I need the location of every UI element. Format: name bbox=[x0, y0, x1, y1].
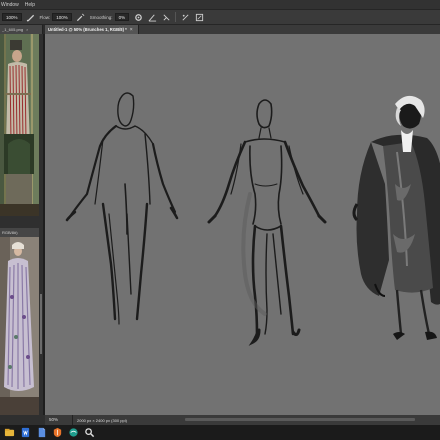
tab-reference-2-label: RGB/8#) bbox=[2, 230, 18, 235]
panel-gap bbox=[0, 216, 43, 228]
flow-value[interactable]: 100% bbox=[52, 13, 72, 21]
flow-field[interactable]: Flow: 100% bbox=[40, 13, 72, 21]
size-value[interactable]: 100% bbox=[2, 13, 22, 21]
sketch-figure-1 bbox=[65, 92, 179, 325]
sketch-figure-3 bbox=[352, 95, 440, 340]
tab-reference-2[interactable]: RGB/8#) bbox=[0, 228, 43, 237]
angle-icon[interactable] bbox=[147, 12, 157, 22]
reference-painting-2 bbox=[0, 237, 39, 415]
zoom-level[interactable]: 50% bbox=[45, 415, 73, 425]
menu-item-help[interactable]: Help bbox=[25, 2, 35, 8]
status-bar: 50% 2000 px × 2400 px (300 ppi) bbox=[45, 415, 440, 425]
smoothing-value[interactable]: 0% bbox=[114, 13, 130, 21]
menu-item-window[interactable]: Window bbox=[1, 2, 19, 8]
search-icon[interactable] bbox=[83, 427, 95, 439]
flow-label: Flow: bbox=[39, 14, 51, 20]
tab-main-document-label: Untitled-1 @ 50% (Brunches 1, RGB/8) * bbox=[48, 27, 127, 32]
size-field[interactable]: 100% bbox=[2, 13, 22, 21]
browser-icon[interactable] bbox=[67, 427, 79, 439]
tab-reference-1-label: _1_605.png bbox=[2, 27, 24, 32]
shield-icon[interactable] bbox=[51, 427, 63, 439]
explorer-icon[interactable] bbox=[3, 427, 15, 439]
sketch-figure-2 bbox=[207, 99, 327, 346]
reference-image-2 bbox=[0, 237, 39, 415]
options-bar: 100% Flow: 100% Smoothing: 0% bbox=[0, 9, 440, 25]
symmetry-icon[interactable] bbox=[180, 12, 190, 22]
reference-image-1 bbox=[0, 34, 39, 216]
gear-icon[interactable] bbox=[133, 12, 143, 22]
document-dimensions: 2000 px × 2400 px (300 ppi) bbox=[77, 417, 127, 423]
tab-bar-fill bbox=[139, 25, 440, 34]
smoothing-label: Smoothing: bbox=[89, 14, 113, 20]
canvas[interactable] bbox=[45, 34, 440, 415]
close-icon[interactable]: × bbox=[130, 27, 133, 33]
pressure-icon[interactable] bbox=[161, 12, 171, 22]
word-icon[interactable] bbox=[19, 427, 31, 439]
options-separator bbox=[175, 12, 177, 22]
files-icon[interactable] bbox=[35, 427, 47, 439]
canvas-artwork bbox=[65, 92, 440, 346]
airbrush-icon[interactable] bbox=[76, 12, 86, 22]
tab-reference-1[interactable]: _1_605.png × bbox=[0, 25, 43, 34]
tab-main-document[interactable]: Untitled-1 @ 50% (Brunches 1, RGB/8) * × bbox=[45, 25, 139, 34]
close-icon[interactable]: × bbox=[26, 27, 28, 32]
smoothing-field[interactable]: Smoothing: 0% bbox=[89, 13, 130, 21]
horizontal-scrollbar[interactable] bbox=[185, 418, 415, 421]
menu-bar: Window Help bbox=[0, 0, 440, 9]
scrollbar-thumb[interactable] bbox=[40, 294, 42, 354]
brush-pressure-icon[interactable] bbox=[26, 12, 36, 22]
status-left-fill bbox=[0, 415, 45, 425]
clipping-icon[interactable] bbox=[194, 12, 204, 22]
reference-painting-1 bbox=[0, 34, 39, 216]
taskbar bbox=[0, 425, 440, 440]
